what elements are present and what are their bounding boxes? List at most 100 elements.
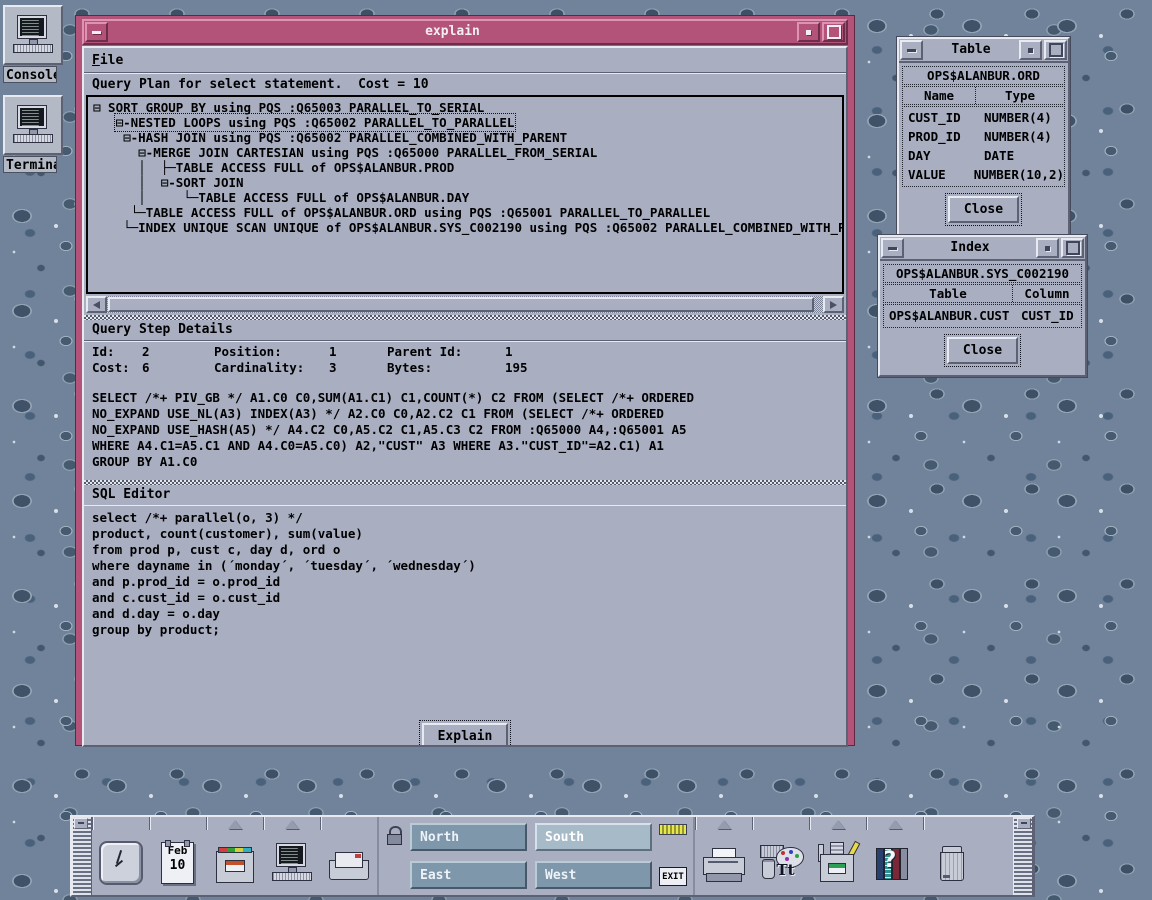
subpanel-arrow[interactable] (831, 820, 845, 829)
plan-node[interactable]: │ ├─TABLE ACCESS FULL of OPS$ALANBUR.PRO… (93, 160, 842, 175)
index-titlebar[interactable]: Index (880, 237, 1085, 261)
table-dialog-body: OPS$ALANBUR.ORD Name Type CUST_ID NUMBER… (899, 63, 1068, 234)
close-button[interactable]: Close (948, 196, 1019, 223)
explain-button[interactable]: Explain (422, 723, 509, 748)
calendar-month: Feb (162, 843, 193, 859)
index-column-list: OPS$ALANBUR.CUST CUST_ID (883, 304, 1082, 328)
sql-editor[interactable]: select /*+ parallel(o, 3) */ product, co… (84, 505, 846, 716)
plan-node-selected[interactable]: ⊟-NESTED LOOPS using PQS :Q65002 PARALLE… (93, 115, 842, 130)
app-manager-icon (818, 844, 858, 882)
minimize-button[interactable] (1036, 238, 1059, 258)
calendar-day: 10 (162, 859, 193, 873)
desktop-icon-terminal[interactable]: Terminal (3, 95, 63, 173)
window-title: explain (109, 21, 796, 43)
button-row: Explain (84, 716, 846, 747)
file-manager-launcher[interactable] (206, 830, 263, 895)
subpanel-arrow[interactable] (228, 820, 242, 829)
trash-launcher[interactable] (923, 830, 980, 895)
help-icon: ? (876, 846, 914, 880)
scroll-right-arrow[interactable] (823, 296, 844, 313)
panel-minimize-right[interactable] (1017, 818, 1031, 829)
sql-editor-header: SQL Editor (84, 485, 846, 505)
minimize-button[interactable] (797, 22, 820, 42)
scrollbar-track[interactable] (107, 296, 823, 313)
table-object-name: OPS$ALANBUR.ORD (902, 66, 1065, 85)
table-row[interactable]: CUST_ID NUMBER(4) (903, 108, 1064, 127)
panel-minimize-left[interactable] (74, 818, 88, 829)
plan-node[interactable]: ⊟ SORT GROUP BY using PQS :Q65003 PARALL… (93, 100, 842, 115)
trash-icon (939, 846, 965, 882)
terminal-icon (272, 843, 312, 883)
plan-node[interactable]: └─INDEX UNIQUE SCAN UNIQUE of OPS$ALANBU… (93, 220, 842, 235)
app-manager-launcher[interactable] (809, 830, 866, 895)
maximize-button[interactable] (1044, 40, 1067, 60)
calendar-icon: Feb 10 (161, 842, 194, 884)
panel-slot-filemanager (206, 817, 263, 895)
field-value: 195 (505, 360, 838, 376)
horizontal-scrollbar[interactable] (86, 296, 844, 313)
style-manager-launcher[interactable]: Tt (752, 830, 809, 895)
table-row[interactable]: DAY DATE (903, 146, 1064, 165)
window-menu-button[interactable] (900, 40, 923, 60)
maximize-button[interactable] (1061, 238, 1084, 258)
explain-titlebar[interactable]: explain (82, 19, 848, 45)
printer-launcher[interactable] (695, 830, 752, 895)
close-button[interactable]: Close (947, 337, 1018, 364)
table-titlebar[interactable]: Table (899, 39, 1068, 63)
table-row[interactable]: PROD_ID NUMBER(4) (903, 127, 1064, 146)
plan-node[interactable]: └─TABLE ACCESS FULL of OPS$ALANBUR.ORD u… (93, 205, 842, 220)
calendar-launcher[interactable]: Feb 10 (149, 830, 206, 895)
sql-editor-text[interactable]: select /*+ parallel(o, 3) */ product, co… (92, 510, 838, 638)
plan-node[interactable]: │ ⊟-SORT JOIN (93, 175, 842, 190)
scrollbar-thumb[interactable] (108, 297, 814, 312)
panel-grip-left[interactable] (72, 817, 92, 895)
subpanel-arrow[interactable] (888, 820, 902, 829)
index-row[interactable]: OPS$ALANBUR.CUST CUST_ID (884, 306, 1081, 325)
field-value: 1 (505, 344, 838, 360)
terminal-icon (3, 95, 63, 155)
plan-node[interactable]: │ └─TABLE ACCESS FULL of OPS$ALANBUR.DAY (93, 190, 842, 205)
clock-icon (99, 841, 143, 885)
workspace-south[interactable]: South (535, 823, 652, 851)
scroll-left-arrow[interactable] (86, 296, 107, 313)
front-panel: Feb 10 (70, 815, 1035, 897)
lock-icon[interactable] (387, 826, 402, 845)
field-label: Cardinality: (214, 360, 329, 376)
plan-sql-text: SELECT /*+ PIV_GB */ A1.C0 C0,SUM(A1.C1)… (92, 390, 838, 470)
window-title: Table (924, 39, 1018, 61)
terminal-launcher[interactable] (263, 830, 320, 895)
plan-node[interactable]: ⊟-HASH JOIN using PQS :Q65002 PARALLEL_C… (93, 130, 842, 145)
window-menu-button[interactable] (881, 238, 904, 258)
column-header: Table (884, 285, 1013, 302)
workspace-east[interactable]: East (410, 861, 527, 889)
workspace-north[interactable]: North (410, 823, 527, 851)
field-value: 6 (142, 360, 214, 376)
field-value: 1 (329, 344, 387, 360)
index-window: Index OPS$ALANBUR.SYS_C002190 Table Colu… (878, 235, 1087, 377)
plan-node[interactable]: ⊟-MERGE JOIN CARTESIAN using PQS :Q65000… (93, 145, 842, 160)
plan-header: Query Plan for select statement. Cost = … (84, 74, 846, 95)
clock-launcher[interactable] (92, 830, 149, 895)
field-value: 3 (329, 360, 387, 376)
mail-launcher[interactable] (320, 830, 377, 895)
field-label: Bytes: (387, 360, 505, 376)
detail-fields: Id: 2 Position: 1 Parent Id: 1 Cost: 6 C… (92, 344, 838, 376)
help-launcher[interactable]: ? (866, 830, 923, 895)
column-header: Name (903, 87, 976, 104)
query-plan-tree: ⊟ SORT GROUP BY using PQS :Q65003 PARALL… (86, 95, 844, 294)
desktop-icon-console[interactable]: Console (3, 5, 63, 83)
workspace-west[interactable]: West (535, 861, 652, 889)
desktop-icon-label: Terminal (3, 156, 57, 173)
panel-grip-right[interactable] (1013, 817, 1033, 895)
exit-button[interactable]: EXIT (659, 867, 687, 886)
minimize-button[interactable] (1019, 40, 1042, 60)
panel-slot-trash (923, 817, 980, 895)
maximize-button[interactable] (822, 22, 845, 42)
panel-slot-clock (92, 817, 149, 895)
panel-slot-printer (695, 817, 752, 895)
file-menu[interactable]: File (92, 53, 123, 68)
window-menu-button[interactable] (85, 22, 108, 42)
table-row[interactable]: VALUE NUMBER(10,2) (903, 165, 1064, 184)
subpanel-arrow[interactable] (285, 820, 299, 829)
subpanel-arrow[interactable] (717, 820, 731, 829)
